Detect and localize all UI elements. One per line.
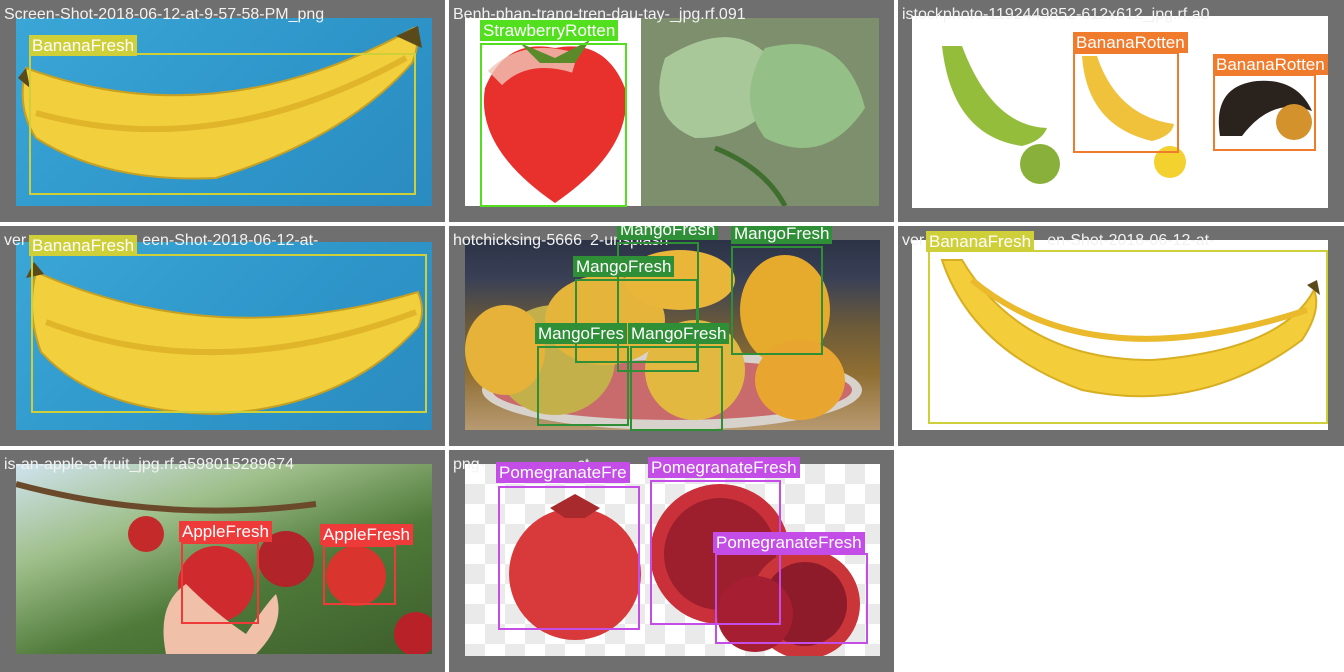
filename-label: istockphoto-1192449852-612x612_jpg.rf.a0 — [902, 6, 1210, 23]
grid-tile[interactable]: is-an-apple-a-fruit_jpg.rf.a598015289674… — [0, 450, 445, 672]
detection-box — [31, 254, 427, 413]
grid-tile[interactable]: ver en-Shot-2018-06-12-at- BananaFresh — [898, 226, 1344, 446]
grid-tile[interactable]: Screen-Shot-2018-06-12-at-9-57-58-PM_png… — [0, 0, 445, 222]
detection-label: MangoFresh — [628, 323, 730, 344]
grid-tile[interactable]: png-ct PomegranateFre PomegranateFresh P… — [449, 450, 894, 672]
detection-label: PomegranateFre — [496, 462, 630, 483]
filename-head: ver — [4, 232, 27, 249]
grid-tile[interactable]: Benh-phan-trang-tren-dau-tay-_jpg.rf.091… — [449, 0, 894, 222]
detection-label: BananaFresh — [29, 35, 138, 56]
detection-box — [928, 250, 1328, 424]
detection-label: PomegranateFresh — [713, 532, 865, 553]
grid-tile[interactable]: ver een-Shot-2018-06-12-at- BananaFresh — [0, 226, 445, 446]
detection-label: BananaRotten — [1213, 54, 1328, 75]
detection-box — [323, 545, 396, 605]
filename-head: hotchicksing-5666 — [453, 232, 582, 249]
detection-box — [630, 346, 723, 431]
detection-box — [731, 246, 823, 355]
detection-label: MangoFresh — [617, 226, 719, 240]
filename-label: Screen-Shot-2018-06-12-at-9-57-58-PM_png — [4, 6, 325, 23]
detection-box — [498, 486, 640, 630]
detection-label: StrawberryRotten — [480, 20, 619, 41]
filename-label: is-an-apple-a-fruit_jpg.rf.a598015289674 — [4, 456, 294, 473]
filename-tail: en-Shot-2018-06-12-at- — [1047, 232, 1215, 249]
filename-tail: een-Shot-2018-06-12-at- — [142, 232, 319, 249]
filename-head: png- — [453, 456, 486, 473]
detection-label: BananaRotten — [1073, 32, 1188, 53]
detection-label: AppleFresh — [320, 524, 413, 545]
detection-label: AppleFresh — [179, 521, 272, 542]
detection-label: BananaFresh — [29, 235, 138, 256]
detection-box — [480, 43, 627, 207]
detection-box — [715, 553, 868, 644]
detection-label: BananaFresh — [926, 231, 1035, 252]
detection-label: MangoFresh — [573, 256, 675, 277]
detection-box — [537, 346, 629, 426]
detection-label: PomegranateFresh — [648, 457, 800, 478]
detection-label: MangoFresh — [731, 226, 833, 244]
detection-label: MangoFres — [535, 323, 627, 344]
detection-box — [181, 542, 259, 624]
detection-box — [29, 53, 416, 195]
detection-box — [1213, 74, 1316, 151]
filename-head: ver — [902, 232, 925, 249]
detection-box — [1073, 52, 1179, 153]
grid-tile[interactable]: hotchicksing-5666 2-unsplash MangoFresh M… — [449, 226, 894, 446]
grid-tile[interactable]: istockphoto-1192449852-612x612_jpg.rf.a0… — [898, 0, 1344, 222]
